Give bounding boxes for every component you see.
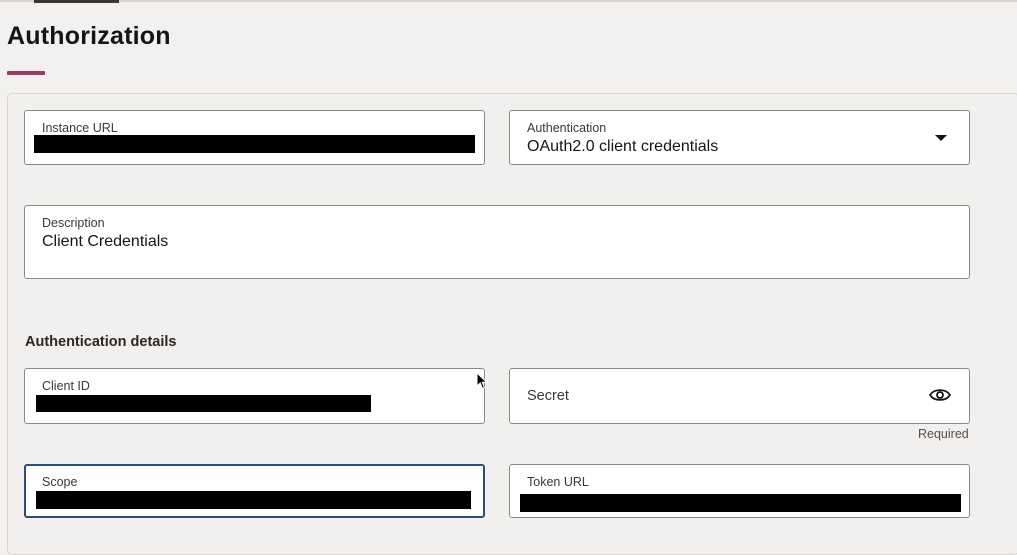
scope-redacted-value — [36, 491, 471, 509]
authentication-details-heading: Authentication details — [25, 334, 177, 350]
eye-icon[interactable] — [929, 387, 951, 403]
top-divider — [0, 0, 1017, 2]
page-title: Authorization — [7, 22, 171, 50]
instance-url-label: Instance URL — [42, 121, 118, 135]
client-id-field[interactable]: Client ID — [24, 368, 485, 424]
secret-required-text: Required — [918, 427, 969, 441]
authentication-select[interactable]: Authentication OAuth2.0 client credentia… — [509, 110, 970, 165]
scope-label: Scope — [42, 475, 78, 489]
title-accent-bar — [7, 71, 45, 75]
authentication-value: OAuth2.0 client credentials — [527, 138, 719, 155]
secret-label: Secret — [527, 388, 569, 404]
mouse-cursor-icon — [476, 372, 488, 390]
secret-field[interactable]: Secret — [509, 368, 970, 424]
chevron-down-icon[interactable] — [935, 135, 947, 141]
description-field[interactable]: Description Client Credentials — [24, 205, 970, 279]
description-label: Description — [42, 216, 105, 230]
client-id-label: Client ID — [42, 379, 90, 393]
active-tab-indicator[interactable] — [34, 0, 119, 3]
authentication-label: Authentication — [527, 121, 607, 135]
token-url-label: Token URL — [527, 475, 589, 489]
client-id-redacted-value — [36, 395, 371, 412]
token-url-field[interactable]: Token URL — [509, 464, 970, 518]
description-value: Client Credentials — [42, 233, 169, 250]
token-url-redacted-value — [520, 494, 961, 512]
scope-field[interactable]: Scope — [24, 464, 485, 518]
instance-url-field[interactable]: Instance URL — [24, 110, 485, 165]
instance-url-redacted-value — [34, 135, 475, 153]
